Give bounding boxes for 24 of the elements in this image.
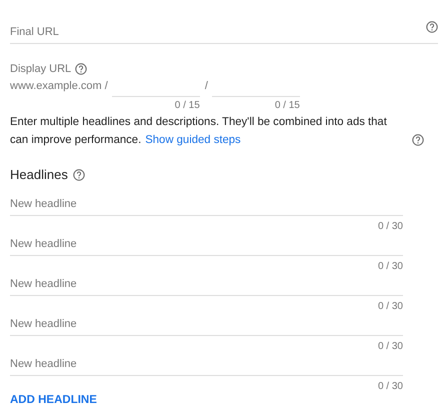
character-counter: 0 / 30 bbox=[378, 301, 403, 313]
headline-field[interactable]: New headline bbox=[10, 233, 403, 256]
help-icon[interactable] bbox=[75, 63, 88, 75]
headline-field[interactable]: New headline bbox=[10, 353, 403, 376]
headline-field[interactable]: New headline bbox=[10, 273, 403, 296]
character-counter: 0 / 30 bbox=[378, 341, 403, 353]
help-icon[interactable] bbox=[72, 168, 85, 180]
path-separator: / bbox=[204, 80, 208, 92]
headline-field[interactable]: New headline bbox=[10, 193, 403, 216]
character-counter: 0 / 15 bbox=[274, 100, 300, 111]
final-url-field[interactable]: Final URL bbox=[10, 20, 438, 44]
display-url-label: Display URL bbox=[10, 63, 72, 75]
character-counter: 0 / 30 bbox=[378, 261, 403, 273]
headline-field[interactable]: New headline bbox=[10, 313, 403, 336]
domain-text: www.example.com / bbox=[10, 80, 108, 92]
guided-steps-link[interactable]: Show guided steps bbox=[145, 134, 241, 146]
character-counter: 0 / 30 bbox=[378, 221, 403, 233]
help-icon[interactable] bbox=[412, 134, 424, 146]
character-counter: 0 / 15 bbox=[174, 100, 200, 111]
info-text: Enter multiple headlines and descriptions. They'll be combined into ads that can improve performance. Show guided steps bbox=[10, 115, 388, 148]
help-icon[interactable] bbox=[426, 21, 438, 33]
headlines-title: Headlines bbox=[10, 167, 68, 182]
add-headline-button[interactable]: ADD HEADLINE bbox=[10, 394, 97, 406]
character-counter: 0 / 30 bbox=[378, 381, 403, 393]
